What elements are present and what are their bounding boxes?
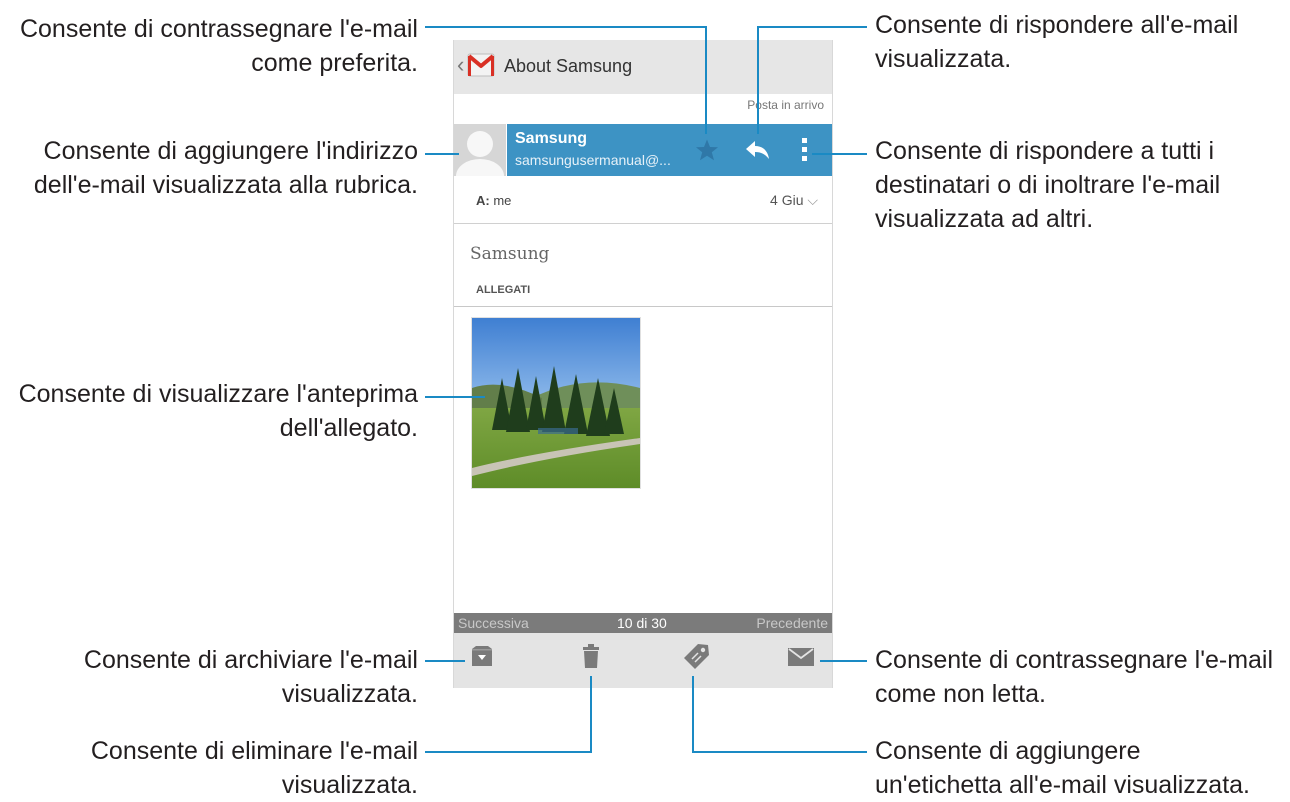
recipient-label: A: me <box>476 193 512 208</box>
annotation-more: Consente di rispondere a tutti i destina… <box>875 137 1221 233</box>
chevron-left-icon[interactable]: ‹ <box>457 54 464 76</box>
annotation-favorite: Consente di contrassegnare l'e-mail come… <box>19 15 418 77</box>
annotation-reply: Consente di rispondere all'e-mail visual… <box>875 11 1239 73</box>
overflow-menu-icon[interactable] <box>801 137 809 163</box>
chevron-down-icon[interactable]: ⌵ <box>807 192 818 208</box>
message-subject: Samsung <box>470 244 550 264</box>
mark-unread-icon[interactable] <box>788 648 814 666</box>
star-icon[interactable] <box>695 138 719 162</box>
sender-email: samsungusermanual@... <box>515 152 671 168</box>
callout-line-favorite-drop <box>705 26 707 134</box>
callout-line-reply-drop <box>757 26 759 134</box>
sender-bar: Samsung samsungusermanual@... <box>507 124 832 176</box>
callout-line-add-contact <box>425 153 459 155</box>
sender-name: Samsung <box>515 130 588 147</box>
attachment-thumbnail[interactable] <box>471 317 641 489</box>
callout-line-unread <box>820 660 867 662</box>
annotation-archive: Consente di archiviare l'e-mail visualiz… <box>83 646 418 708</box>
callout-line-delete-drop <box>590 676 592 753</box>
attachments-header: ALLEGATI <box>476 284 531 296</box>
callout-line-label-drop <box>692 676 694 753</box>
trash-icon[interactable] <box>582 644 600 668</box>
annotation-label: Consente di aggiungere un'etichetta all'… <box>875 737 1250 799</box>
callout-line-more <box>812 153 867 155</box>
archive-icon[interactable] <box>471 646 493 666</box>
callout-line-favorite <box>425 26 707 28</box>
recipient-row[interactable]: A: me 4 Giu ⌵ <box>454 177 832 224</box>
callout-line-label <box>692 751 867 753</box>
callout-line-delete <box>425 751 592 753</box>
tag-icon[interactable] <box>682 643 710 671</box>
callout-line-archive <box>425 660 465 662</box>
annotation-unread: Consente di contrassegnare l'e-mail come… <box>875 646 1274 708</box>
callout-line-preview <box>425 396 485 398</box>
message-date: 4 Giu ⌵ <box>770 192 818 208</box>
bottom-action-bar <box>454 633 832 688</box>
callout-line-reply <box>757 26 867 28</box>
email-screen: ‹ About Samsung Posta in arrivo Samsung … <box>453 40 833 688</box>
action-bar: ‹ About Samsung <box>454 40 832 94</box>
message-counter: 10 di 30 <box>617 615 667 631</box>
sender-header: Samsung samsungusermanual@... <box>454 124 832 176</box>
divider <box>454 306 832 307</box>
annotation-add-contact: Consente di aggiungere l'indirizzo dell'… <box>33 137 418 199</box>
message-navigation-bar: Successiva 10 di 30 Precedente <box>454 613 832 633</box>
annotation-delete: Consente di eliminare l'e-mail visualizz… <box>90 737 418 799</box>
previous-button[interactable]: Precedente <box>756 615 828 631</box>
annotation-preview: Consente di visualizzare l'anteprima del… <box>18 380 418 442</box>
reply-icon[interactable] <box>745 138 771 162</box>
contact-placeholder-icon <box>454 124 506 176</box>
avatar[interactable] <box>454 124 506 176</box>
next-button[interactable]: Successiva <box>458 615 529 631</box>
gmail-icon[interactable] <box>466 50 496 80</box>
page-title: About Samsung <box>504 56 633 76</box>
